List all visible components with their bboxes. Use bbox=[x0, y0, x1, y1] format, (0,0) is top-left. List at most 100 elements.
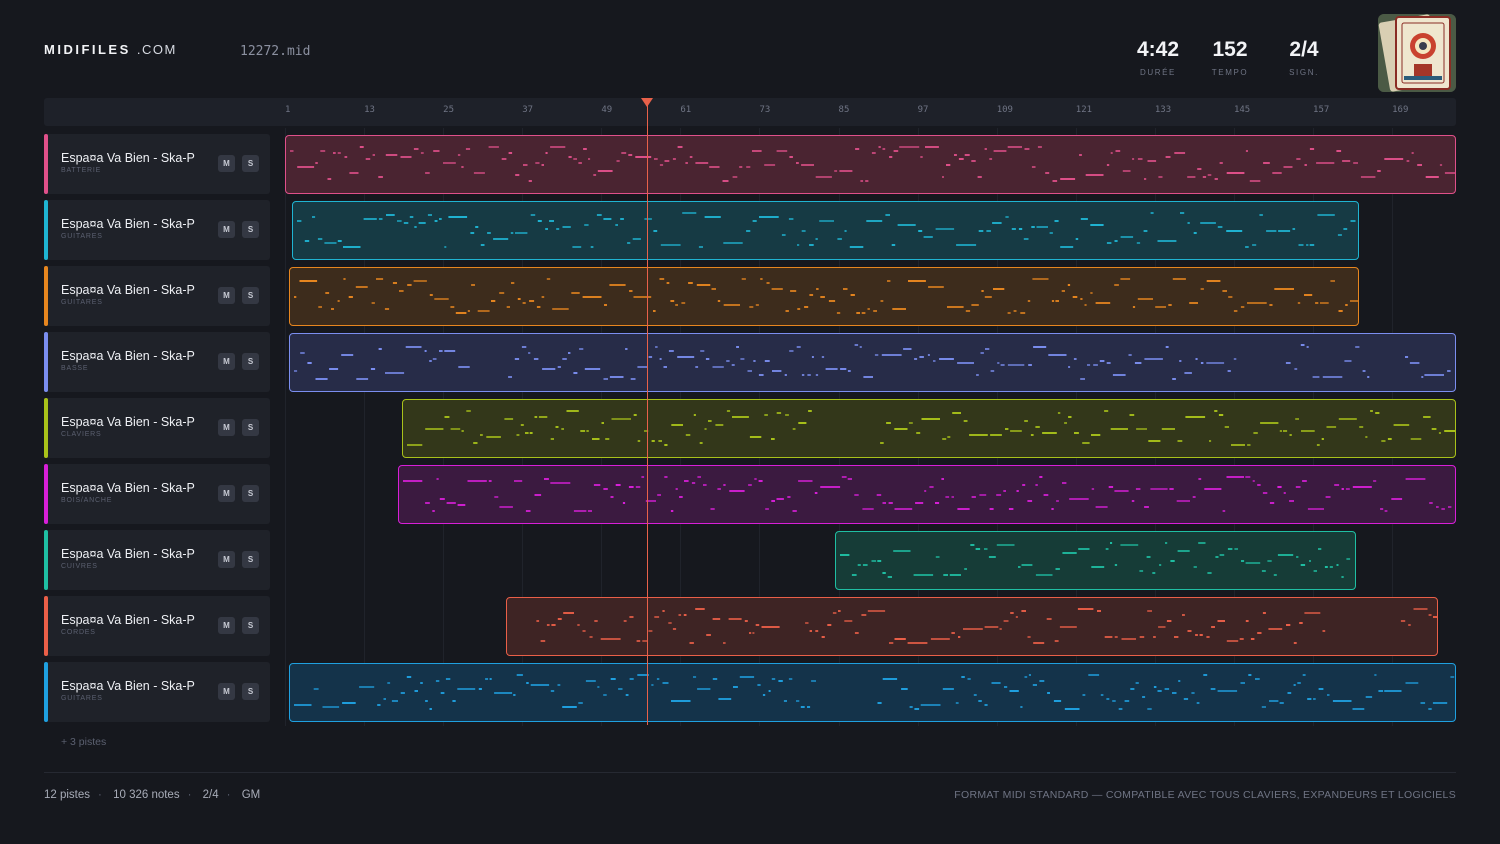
ruler-tick: 37 bbox=[522, 105, 534, 115]
solo-button[interactable]: S bbox=[242, 551, 259, 568]
note-pattern bbox=[406, 410, 1455, 446]
tempo-stat: 152 TEMPO bbox=[1204, 38, 1256, 77]
solo-button[interactable]: S bbox=[242, 221, 259, 238]
ruler-tick: 121 bbox=[1075, 105, 1093, 115]
ruler-tick: 61 bbox=[680, 105, 692, 115]
track-category: CLAVIERS bbox=[61, 431, 102, 438]
note-pattern bbox=[840, 542, 1351, 578]
track-region[interactable] bbox=[285, 135, 1456, 194]
solo-button[interactable]: S bbox=[242, 683, 259, 700]
mute-button[interactable]: M bbox=[218, 287, 235, 304]
track-name: Espa¤a Va Bien - Ska-P bbox=[61, 679, 195, 693]
track-category: CORDES bbox=[61, 629, 96, 636]
ruler-tick: 157 bbox=[1313, 105, 1330, 115]
track-header[interactable]: Espa¤a Va Bien - Ska-P CUIVRES M S bbox=[44, 530, 270, 590]
track-header[interactable]: Espa¤a Va Bien - Ska-P GUITARES M S bbox=[44, 662, 270, 722]
note-pattern bbox=[293, 344, 1451, 380]
track-category: BASSE bbox=[61, 365, 89, 372]
duration-stat: 4:42 DURÉE bbox=[1132, 38, 1184, 77]
brand-name: MIDIFILES bbox=[44, 42, 131, 57]
track-header[interactable]: Espa¤a Va Bien - Ska-P BASSE M S bbox=[44, 332, 270, 392]
solo-button[interactable]: S bbox=[242, 155, 259, 172]
solo-button[interactable]: S bbox=[242, 419, 259, 436]
ruler-tick: 1 bbox=[285, 105, 291, 115]
playhead-line[interactable] bbox=[647, 105, 649, 725]
note-pattern bbox=[403, 476, 1452, 512]
brand-logo[interactable]: MIDIFILES .COM bbox=[44, 42, 177, 57]
track-header[interactable]: Espa¤a Va Bien - Ska-P CLAVIERS M S bbox=[44, 398, 270, 458]
track-region[interactable] bbox=[288, 333, 1456, 392]
track-color-bar bbox=[44, 662, 48, 722]
album-cover-icon bbox=[1378, 14, 1456, 92]
note-pattern bbox=[293, 278, 1359, 314]
track-header[interactable]: Espa¤a Va Bien - Ska-P BATTERIE M S bbox=[44, 134, 270, 194]
track-header[interactable]: Espa¤a Va Bien - Ska-P CORDES M S bbox=[44, 596, 270, 656]
mute-button[interactable]: M bbox=[218, 155, 235, 172]
more-tracks-link[interactable]: + 3 pistes bbox=[61, 736, 106, 748]
solo-button[interactable]: S bbox=[242, 617, 259, 634]
track-name: Espa¤a Va Bien - Ska-P bbox=[61, 349, 195, 363]
ruler-tick: 85 bbox=[838, 105, 850, 115]
playhead-marker-icon[interactable] bbox=[641, 98, 654, 107]
signature-value: 2/4 bbox=[1289, 38, 1319, 61]
note-pattern bbox=[296, 212, 1356, 248]
mute-button[interactable]: M bbox=[218, 419, 235, 436]
footer-signature: 2/4 bbox=[202, 789, 219, 801]
ruler-tick: 97 bbox=[917, 105, 929, 115]
track-region[interactable] bbox=[398, 465, 1456, 524]
track-color-bar bbox=[44, 200, 48, 260]
ruler-tick: 49 bbox=[601, 105, 613, 115]
track-category: GUITARES bbox=[61, 299, 103, 306]
footer-divider bbox=[44, 772, 1456, 773]
brand-suffix: .COM bbox=[136, 42, 177, 57]
track-color-bar bbox=[44, 398, 48, 458]
mute-button[interactable]: M bbox=[218, 551, 235, 568]
track-category: BATTERIE bbox=[61, 167, 102, 174]
track-region[interactable] bbox=[401, 399, 1456, 458]
track-header[interactable]: Espa¤a Va Bien - Ska-P GUITARES M S bbox=[44, 200, 270, 260]
track-header[interactable]: Espa¤a Va Bien - Ska-P GUITARES M S bbox=[44, 266, 270, 326]
track-region[interactable] bbox=[288, 267, 1360, 326]
track-region[interactable] bbox=[835, 531, 1356, 590]
track-color-bar bbox=[44, 464, 48, 524]
mute-button[interactable]: M bbox=[218, 353, 235, 370]
track-region[interactable] bbox=[288, 663, 1456, 722]
track-name: Espa¤a Va Bien - Ska-P bbox=[61, 547, 195, 561]
mute-button[interactable]: M bbox=[218, 485, 235, 502]
solo-button[interactable]: S bbox=[242, 287, 259, 304]
mute-button[interactable]: M bbox=[218, 221, 235, 238]
track-region[interactable] bbox=[291, 201, 1360, 260]
solo-button[interactable]: S bbox=[242, 353, 259, 370]
ruler-tick: 133 bbox=[1154, 105, 1172, 115]
signature-stat: 2/4 SIGN. bbox=[1278, 38, 1330, 77]
tempo-value: 152 bbox=[1212, 38, 1248, 61]
track-color-bar bbox=[44, 134, 48, 194]
ruler-tick: 109 bbox=[996, 105, 1013, 115]
track-name: Espa¤a Va Bien - Ska-P bbox=[61, 217, 195, 231]
track-category: GUITARES bbox=[61, 233, 103, 240]
track-header[interactable]: Espa¤a Va Bien - Ska-P BOIS/ANCHE M S bbox=[44, 464, 270, 524]
footer-note-count: 10 326 notes bbox=[113, 789, 180, 801]
track-color-bar bbox=[44, 266, 48, 326]
footer-standard: GM bbox=[241, 789, 261, 801]
timeline-ruler[interactable]: 1 13 25 37 49 61 73 85 97 109 121 133 145 157 169 bbox=[44, 98, 1456, 126]
ruler-tick: 145 bbox=[1233, 105, 1251, 115]
duration-label: DURÉE bbox=[1139, 68, 1176, 77]
mute-button[interactable]: M bbox=[218, 617, 235, 634]
track-name: Espa¤a Va Bien - Ska-P bbox=[61, 481, 195, 495]
track-color-bar bbox=[44, 332, 48, 392]
footer-format-note: FORMAT MIDI STANDARD — COMPATIBLE AVEC T… bbox=[954, 789, 1456, 801]
track-name: Espa¤a Va Bien - Ska-P bbox=[61, 151, 195, 165]
mute-button[interactable]: M bbox=[218, 683, 235, 700]
footer-summary: 12 pistes · 10 326 notes · 2/4 · GM bbox=[44, 789, 261, 801]
note-pattern bbox=[293, 674, 1455, 710]
track-color-bar bbox=[44, 596, 48, 656]
track-category: CUIVRES bbox=[61, 563, 98, 570]
ruler-tick: 73 bbox=[759, 105, 771, 115]
ruler-tick: 13 bbox=[364, 105, 375, 115]
track-region[interactable] bbox=[505, 597, 1439, 656]
ruler-tick: 25 bbox=[443, 105, 454, 115]
solo-button[interactable]: S bbox=[242, 485, 259, 502]
track-name: Espa¤a Va Bien - Ska-P bbox=[61, 613, 195, 627]
signature-label: SIGN. bbox=[1289, 68, 1319, 77]
